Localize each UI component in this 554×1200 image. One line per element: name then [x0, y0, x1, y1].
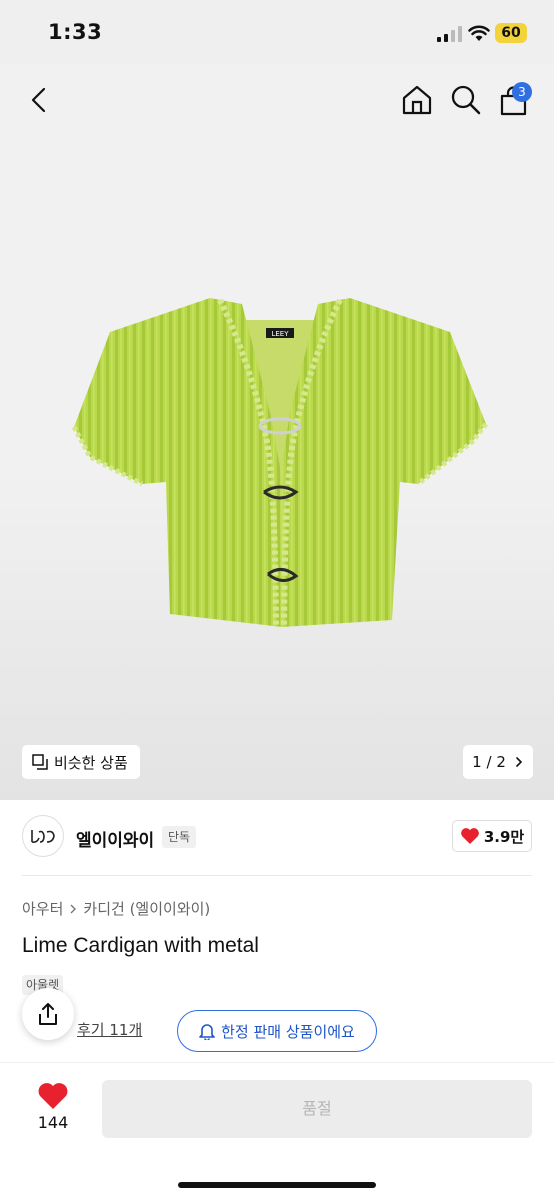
pager-total: 2: [496, 753, 506, 771]
back-arrow-icon[interactable]: [24, 84, 56, 116]
exclusive-badge: 단독: [162, 826, 197, 848]
brand-logo[interactable]: [22, 815, 64, 857]
status-bar: 1:33 60: [0, 0, 554, 64]
limited-sale-button[interactable]: 한정 판매 상품이에요: [177, 1010, 377, 1052]
pager-separator: /: [486, 753, 492, 771]
share-button[interactable]: [22, 988, 74, 1040]
image-pager[interactable]: 1 / 2: [463, 745, 533, 779]
soldout-button[interactable]: 품절: [102, 1080, 532, 1138]
product-title: Lime Cardigan with metal: [22, 934, 259, 957]
brand-name[interactable]: 엘이이와이: [76, 826, 154, 851]
similar-products-label: 비슷한 상품: [54, 753, 128, 772]
wishlist-count: 144: [37, 1113, 69, 1132]
limited-sale-label: 한정 판매 상품이에요: [221, 1022, 355, 1041]
similar-products-button[interactable]: 비슷한 상품: [22, 745, 140, 779]
pager-text: 1 / 2: [472, 753, 506, 771]
home-icon[interactable]: [401, 84, 433, 116]
bell-icon: [199, 1024, 215, 1040]
breadcrumb-category[interactable]: 아우터: [22, 898, 63, 919]
breadcrumb-subcategory[interactable]: 카디건 (엘이이와이): [83, 898, 210, 919]
breadcrumb: 아우터 카디건 (엘이이와이): [22, 898, 210, 919]
review-count-link[interactable]: 후기 11개: [77, 1019, 142, 1040]
section-divider: [22, 875, 532, 876]
signal-icon: [437, 26, 462, 42]
brand-logo-mark: [31, 830, 55, 843]
heart-icon: [460, 828, 479, 844]
brand-like-button[interactable]: 3.9만: [452, 820, 532, 852]
similar-icon: [32, 754, 48, 770]
share-icon: [39, 1003, 57, 1025]
product-image: LEEY: [71, 298, 488, 628]
wishlist-heart-icon[interactable]: [37, 1081, 69, 1111]
garment-label: LEEY: [271, 330, 289, 338]
search-icon[interactable]: [450, 84, 482, 116]
pager-current: 1: [472, 753, 482, 771]
chevron-right-icon: [516, 757, 522, 767]
home-indicator: [178, 1182, 376, 1188]
brand-like-count: 3.9만: [483, 827, 525, 846]
chevron-right-icon: [70, 904, 77, 913]
cart-count-badge: 3: [512, 82, 532, 102]
wifi-icon: [468, 25, 490, 41]
battery-indicator: 60: [495, 23, 527, 43]
status-time: 1:33: [48, 20, 103, 44]
